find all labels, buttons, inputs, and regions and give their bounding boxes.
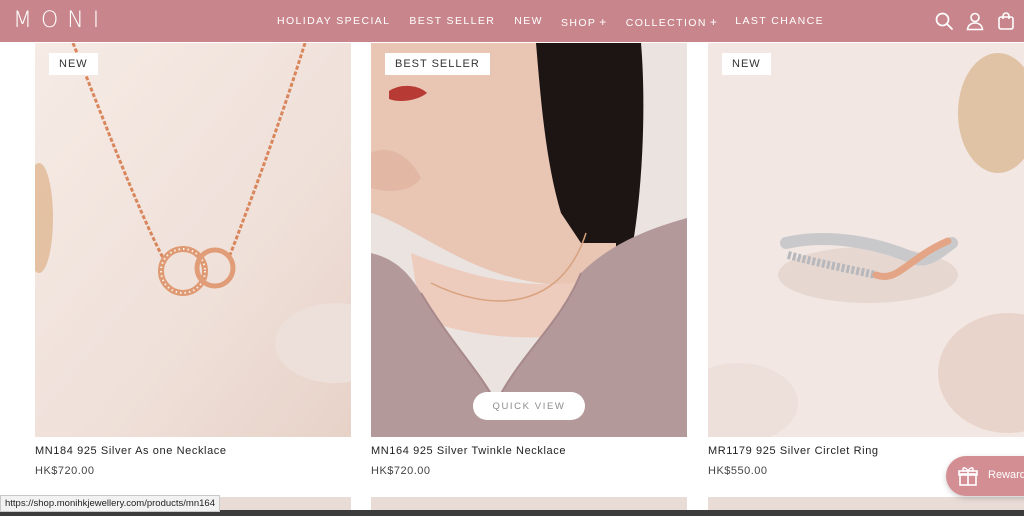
product-card[interactable]: NEW MR1179 925 Silver Circlet Ring HK$55… — [708, 43, 1024, 477]
site-header: MONI HOLIDAY SPECIAL BEST SELLER NEW SHO… — [0, 0, 1024, 42]
header-icons — [934, 11, 1016, 31]
main-nav: HOLIDAY SPECIAL BEST SELLER NEW SHOP + CO… — [277, 15, 824, 29]
product-name[interactable]: MN184 925 Silver As one Necklace — [35, 445, 351, 457]
necklace-photo — [35, 43, 351, 437]
status-url: https://shop.monihkjewellery.com/product… — [0, 495, 220, 512]
nav-shop[interactable]: SHOP + — [561, 15, 608, 29]
gift-icon — [958, 467, 978, 486]
product-price: HK$720.00 — [371, 465, 431, 477]
product-price: HK$720.00 — [35, 465, 95, 477]
product-badge: NEW — [49, 53, 98, 75]
nav-last-chance[interactable]: LAST CHANCE — [735, 15, 824, 29]
product-image-necklace-as-one[interactable]: NEW — [35, 43, 351, 437]
rewards-label: Rewards — [988, 469, 1024, 481]
search-icon[interactable] — [934, 11, 954, 31]
nav-new[interactable]: NEW — [514, 15, 543, 29]
nav-shop-label: SHOP — [560, 17, 597, 29]
nav-holiday-special[interactable]: HOLIDAY SPECIAL — [277, 15, 390, 29]
product-badge: NEW — [722, 53, 771, 75]
product-image-twinkle-necklace[interactable]: BEST SELLER QUICK VIEW — [371, 43, 687, 437]
quick-view-button[interactable]: QUICK VIEW — [473, 392, 585, 420]
nav-collection[interactable]: COLLECTION + — [626, 15, 719, 29]
ring-photo — [708, 43, 1024, 437]
nav-best-seller[interactable]: BEST SELLER — [409, 15, 495, 29]
cart-bag-icon[interactable] — [996, 11, 1016, 31]
product-image-circlet-ring[interactable]: NEW — [708, 43, 1024, 437]
product-badge: BEST SELLER — [385, 53, 490, 75]
account-icon[interactable] — [965, 11, 985, 31]
rewards-button[interactable]: Rewards — [946, 456, 1024, 496]
product-card[interactable]: NEW MN184 925 Silver As one Necklace HK$… — [35, 43, 351, 477]
model-photo — [371, 43, 687, 437]
product-name[interactable]: MN164 925 Silver Twinkle Necklace — [371, 445, 687, 457]
brand-logo[interactable]: MONI — [13, 8, 108, 33]
plus-icon: + — [599, 15, 608, 29]
plus-icon: + — [709, 15, 719, 29]
product-card[interactable]: BEST SELLER QUICK VIEW MN164 925 Silver … — [371, 43, 687, 477]
nav-collection-label: COLLECTION — [625, 17, 707, 29]
